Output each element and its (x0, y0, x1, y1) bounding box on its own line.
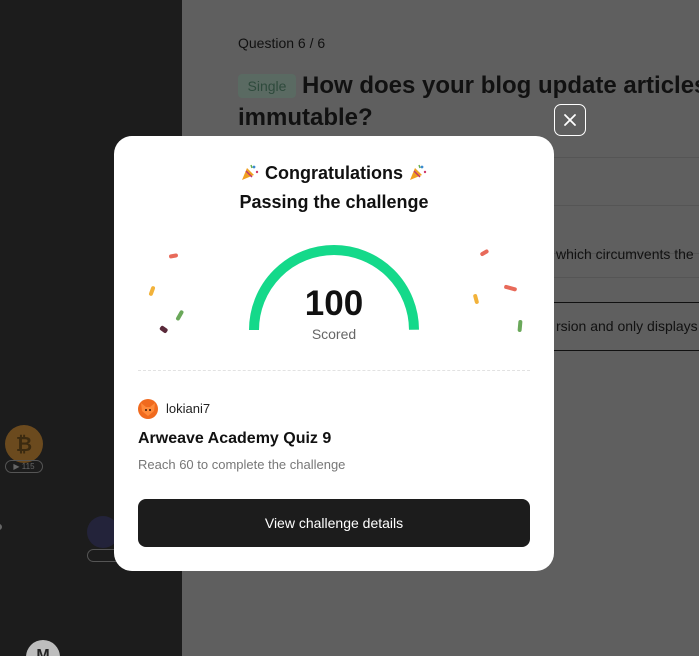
question-type-tag: Single (238, 74, 296, 98)
close-icon (564, 114, 576, 126)
modal-title: Congratulations (114, 163, 554, 184)
result-modal: Congratulations Passing the challenge 10… (114, 136, 554, 571)
party-popper-icon (241, 164, 259, 180)
fox-avatar-icon (141, 403, 155, 416)
question-counter: Question 6 / 6 (238, 35, 326, 51)
bitcoin-badge: ▶ 115 (5, 460, 43, 473)
answer-option-text: rsion and only displays (556, 318, 698, 334)
answer-option-text: which circumvents the (556, 246, 694, 262)
quiz-title: Arweave Academy Quiz 9 (138, 430, 332, 447)
edge-dot (0, 524, 2, 530)
score-value: 100 (304, 284, 364, 323)
modal-title-text: Congratulations (265, 163, 403, 183)
bitcoin-token[interactable]: ₿ (5, 425, 43, 463)
user-avatar (138, 399, 158, 419)
token-m-symbol: M (36, 647, 50, 656)
question-title: How does your blog update articles is im… (238, 72, 699, 131)
divider (138, 370, 530, 371)
view-challenge-details-button[interactable]: View challenge details (138, 499, 530, 547)
bitcoin-symbol: ₿ (15, 432, 33, 456)
modal-subtitle: Passing the challenge (239, 192, 429, 212)
party-popper-icon (410, 164, 427, 180)
quiz-description: Reach 60 to complete the challenge (138, 457, 346, 472)
username: lokiani7 (166, 401, 211, 416)
score-label: Scored (311, 326, 357, 342)
close-button[interactable] (554, 104, 586, 136)
token-m[interactable]: M (26, 640, 60, 656)
